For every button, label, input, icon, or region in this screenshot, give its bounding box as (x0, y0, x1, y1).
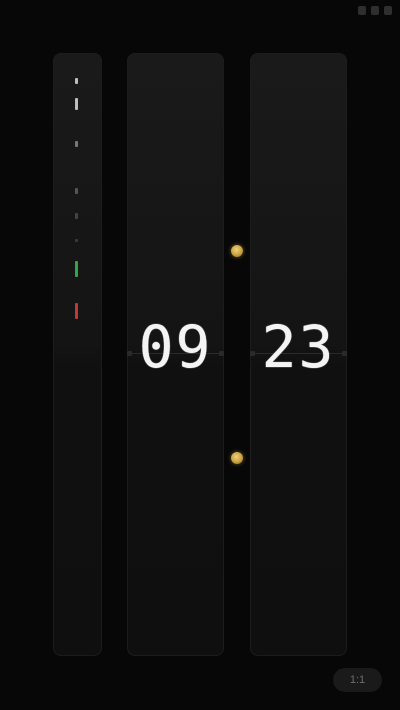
battery-icon (384, 6, 392, 15)
hour-flip-card[interactable]: 09 (127, 53, 224, 656)
side-glyph-mid-4 (75, 239, 78, 242)
side-glyph-mid (75, 141, 78, 147)
side-glyph-top (75, 78, 78, 84)
minute-flip-card[interactable]: 23 (250, 53, 347, 656)
red-indicator[interactable] (75, 303, 78, 319)
side-glyph-mid-2 (75, 188, 78, 194)
upper-knob[interactable] (231, 245, 243, 257)
hour-digits: 09 (138, 313, 213, 381)
side-glyph-top-2 (75, 98, 78, 110)
lower-knob[interactable] (231, 452, 243, 464)
wifi-icon (358, 6, 366, 15)
aspect-ratio-button[interactable]: 1:1 (333, 668, 382, 692)
side-control-strip[interactable] (53, 53, 102, 656)
minute-digits: 23 (261, 313, 336, 381)
green-indicator[interactable] (75, 261, 78, 277)
status-bar (0, 0, 400, 26)
signal-icon (371, 6, 379, 15)
system-icons (358, 6, 392, 15)
side-glyph-mid-3 (75, 213, 78, 219)
